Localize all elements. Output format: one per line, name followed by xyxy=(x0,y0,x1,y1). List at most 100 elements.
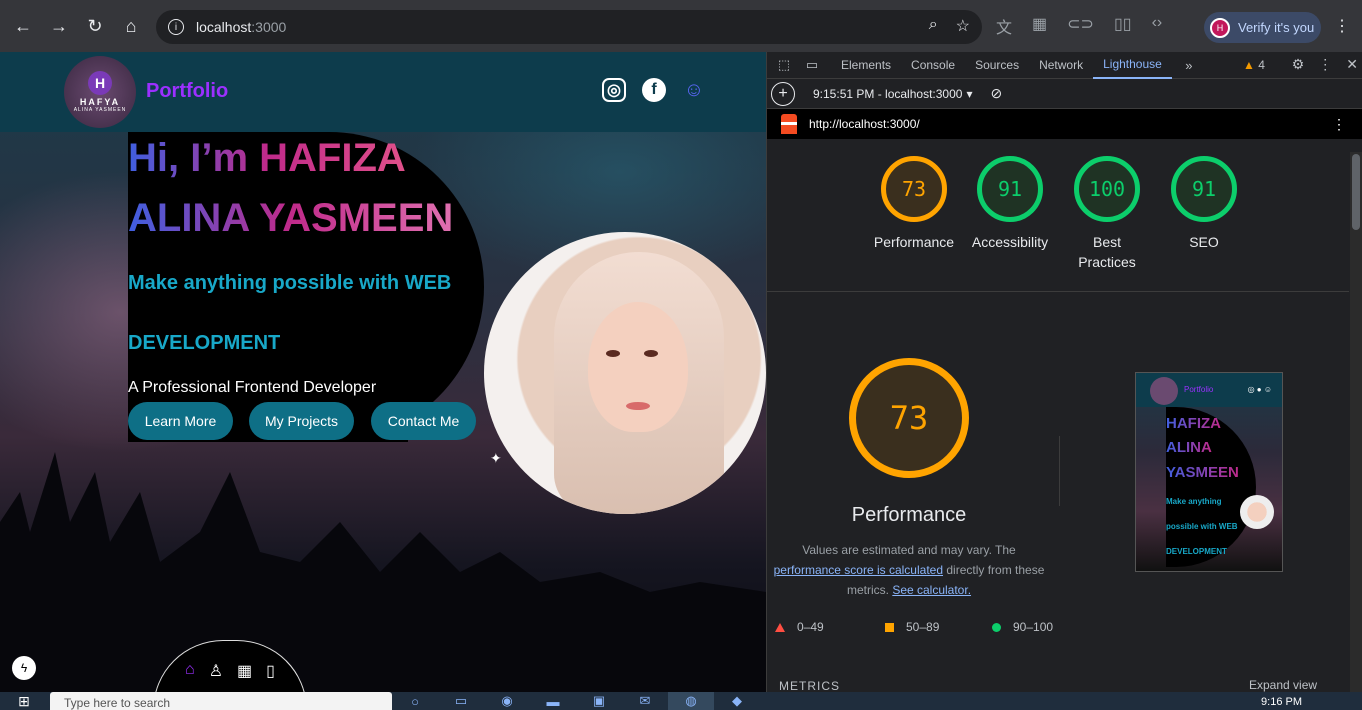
thumb-title-2: ALINA xyxy=(1166,439,1212,456)
see-calculator-link[interactable]: See calculator. xyxy=(892,583,971,597)
scrollbar-thumb[interactable] xyxy=(1352,154,1360,230)
profile-verify-button[interactable]: H Verify it's you xyxy=(1204,12,1321,43)
report-url-bar: http://localhost:3000/ ⋮ xyxy=(767,109,1362,139)
portrait-lips xyxy=(626,402,650,410)
clipboard-icon[interactable]: ▯ xyxy=(266,661,275,692)
thumb-title-1: HAFIZA xyxy=(1166,415,1221,432)
reload-icon[interactable]: ↻ xyxy=(80,11,110,41)
facebook-icon[interactable]: f xyxy=(642,78,666,102)
score-calculated-link[interactable]: performance score is calculated xyxy=(774,563,943,577)
thumb-social-icons: ◎ ● ☺ xyxy=(1247,385,1272,394)
qr-code-icon[interactable]: ▦ xyxy=(1032,14,1047,38)
inspect-element-icon[interactable]: ⬚ xyxy=(773,54,795,76)
edge-icon[interactable]: ◉ xyxy=(484,692,530,710)
reading-mode-icon[interactable]: ▯▯ xyxy=(1114,14,1132,38)
score-best-practices[interactable]: 100 Best Practices xyxy=(1062,156,1152,272)
store-icon[interactable]: ▣ xyxy=(576,692,622,710)
lightning-icon[interactable]: ϟ xyxy=(12,656,36,680)
vscode-icon[interactable]: ◆ xyxy=(714,692,760,710)
home-icon[interactable]: ⌂ xyxy=(185,661,195,692)
report-selector[interactable]: 9:15:51 PM - localhost:3000 xyxy=(813,87,962,101)
mail-icon[interactable]: ✉ xyxy=(622,692,668,710)
score-label: Best Practices xyxy=(1078,234,1136,270)
thumb-sub-1: Make anything xyxy=(1166,497,1222,506)
site-header: H HAFYA ALINA YASMEEN Portfolio ◎ f ☺ xyxy=(0,52,766,132)
hero-heading-line1: Hi, I’m HAFIZA xyxy=(128,136,406,180)
site-info-icon[interactable]: i xyxy=(168,19,184,35)
forward-icon[interactable]: → xyxy=(44,11,74,41)
code-icon[interactable]: ‹› xyxy=(1152,14,1163,38)
score-legend: 0–49 50–89 90–100 xyxy=(775,620,1053,634)
tab-sources[interactable]: Sources xyxy=(965,52,1029,79)
address-bar[interactable]: i localhost:3000 ⌕ ☆ xyxy=(156,10,982,44)
report-url: http://localhost:3000/ xyxy=(809,117,920,131)
taskbar-search-input[interactable]: Type here to search xyxy=(50,692,392,710)
report-menu-icon[interactable]: ⋮ xyxy=(1332,116,1346,133)
contact-me-button[interactable]: Contact Me xyxy=(371,402,476,440)
chevron-down-icon[interactable]: ▾ xyxy=(966,87,972,101)
search-icon[interactable]: ○ xyxy=(392,692,438,710)
lighthouse-icon xyxy=(781,114,797,134)
settings-gear-icon[interactable]: ⚙ xyxy=(1292,56,1305,73)
score-gauge: 91 xyxy=(1171,156,1237,222)
expand-view-toggle[interactable]: Expand view xyxy=(1249,678,1317,692)
performance-title: Performance xyxy=(851,504,967,526)
score-gauge: 73 xyxy=(881,156,947,222)
metrics-heading: METRICS xyxy=(779,679,840,693)
site-logo[interactable]: H HAFYA ALINA YASMEEN xyxy=(64,56,136,128)
performance-description: Values are estimated and may vary. The p… xyxy=(767,540,1051,600)
thumb-sub-2: possible with WEB xyxy=(1166,522,1238,531)
thumb-header: Portfolio ◎ ● ☺ xyxy=(1136,373,1282,407)
portfolio-page: ✦ H HAFYA ALINA YASMEEN Portfolio ◎ f ☺ … xyxy=(0,52,766,692)
clear-reports-icon[interactable]: ⊘ xyxy=(990,85,1002,102)
devtools-menu-icon[interactable]: ⋮ xyxy=(1318,56,1332,73)
instagram-icon[interactable]: ◎ xyxy=(602,78,626,102)
bookmark-star-icon[interactable]: ☆ xyxy=(956,16,970,36)
devtools-scrollbar[interactable] xyxy=(1350,152,1362,692)
device-toolbar-icon[interactable]: ▭ xyxy=(801,54,823,76)
chrome-icon[interactable]: ◍ xyxy=(668,692,714,710)
zoom-icon[interactable]: ⌕ xyxy=(929,16,938,36)
my-projects-button[interactable]: My Projects xyxy=(249,402,354,440)
back-icon[interactable]: ← xyxy=(8,11,38,41)
link-icon[interactable]: ⊂⊃ xyxy=(1067,14,1094,38)
profile-portrait xyxy=(484,232,766,514)
windows-start-icon[interactable]: ⊞ xyxy=(0,692,48,710)
home-icon[interactable]: ⌂ xyxy=(116,11,146,41)
discord-icon[interactable]: ☺ xyxy=(682,78,706,102)
legend-average: 50–89 xyxy=(906,620,940,634)
task-view-icon[interactable]: ▭ xyxy=(438,692,484,710)
windows-taskbar: ⊞ Type here to search ○ ▭ ◉ ▬ ▣ ✉ ◍ ◆ 9:… xyxy=(0,692,1362,710)
url-port: :3000 xyxy=(251,19,287,35)
tab-network[interactable]: Network xyxy=(1029,52,1093,79)
logo-sub: ALINA YASMEEN xyxy=(73,107,127,113)
tab-elements[interactable]: Elements xyxy=(831,52,901,79)
brand-link[interactable]: Portfolio xyxy=(146,80,228,103)
browser-toolbar: ← → ↻ ⌂ i localhost:3000 ⌕ ☆ 文 ▦ ⊂⊃ ▯▯ ‹… xyxy=(0,0,1362,52)
tab-lighthouse[interactable]: Lighthouse xyxy=(1093,52,1172,79)
score-performance[interactable]: 73 Performance xyxy=(869,156,959,252)
new-report-icon[interactable]: + xyxy=(771,81,795,106)
warning-badge[interactable]: ▲ 4 xyxy=(1243,58,1265,72)
more-tabs-icon[interactable]: » xyxy=(1178,54,1200,76)
hero-subtitle-line1: Make anything possible with WEB xyxy=(128,272,452,294)
close-icon[interactable]: ✕ xyxy=(1346,56,1358,73)
grid-icon[interactable]: ▦ xyxy=(237,661,252,692)
score-label: Accessibility xyxy=(971,234,1049,250)
url-host: localhost xyxy=(196,19,252,35)
user-icon[interactable]: ♙ xyxy=(209,661,223,692)
devtools-tabbar: ⬚ ▭ Elements Console Sources Network Lig… xyxy=(767,52,1362,79)
score-gauge: 91 xyxy=(977,156,1043,222)
score-seo[interactable]: 91 SEO xyxy=(1159,156,1249,252)
warning-count: 4 xyxy=(1258,58,1265,72)
file-explorer-icon[interactable]: ▬ xyxy=(530,692,576,710)
browser-menu-icon[interactable]: ⋮ xyxy=(1334,16,1350,36)
score-accessibility[interactable]: 91 Accessibility xyxy=(965,156,1055,252)
translate-icon[interactable]: 文 xyxy=(996,14,1012,38)
tab-console[interactable]: Console xyxy=(901,52,965,79)
final-screenshot-thumbnail[interactable]: Portfolio ◎ ● ☺ HAFIZA ALINA YASMEEN Mak… xyxy=(1135,372,1283,572)
learn-more-button[interactable]: Learn More xyxy=(128,402,233,440)
portrait-face xyxy=(588,302,688,432)
logo-letter: H xyxy=(88,71,112,95)
divider xyxy=(1059,436,1060,506)
